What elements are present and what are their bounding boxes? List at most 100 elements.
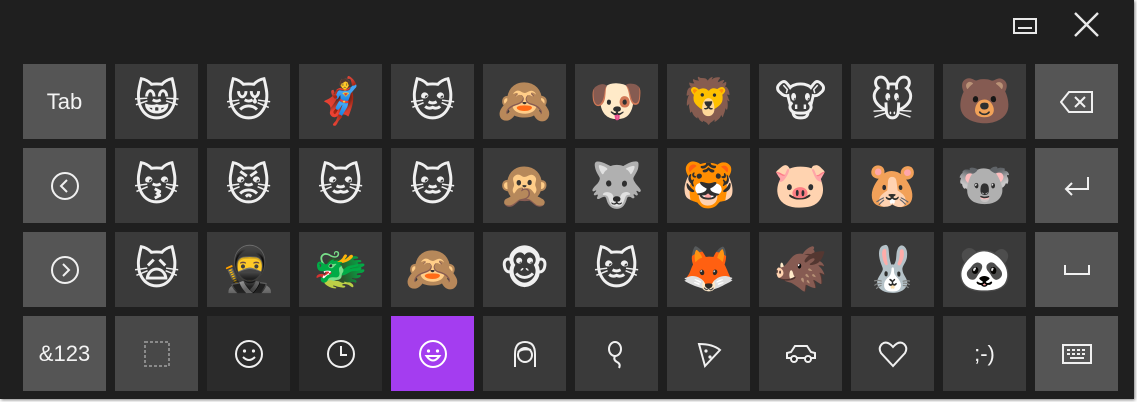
- emoji-glyph: 🐱: [409, 159, 456, 211]
- emoji-key[interactable]: 🐗: [759, 232, 842, 307]
- emoji-key[interactable]: 😽: [115, 148, 198, 223]
- dock-keyboard-icon[interactable]: [1007, 8, 1043, 44]
- emoji-key[interactable]: 🐯: [667, 148, 750, 223]
- emoji-glyph: 🐯: [681, 159, 736, 211]
- emoticon-key-label: ;-): [974, 340, 995, 366]
- emoji-key[interactable]: 🐱: [575, 232, 658, 307]
- tab-key[interactable]: Tab: [23, 64, 106, 139]
- emoji-key[interactable]: 🐶: [575, 64, 658, 139]
- emoji-key[interactable]: 🐭: [851, 64, 934, 139]
- emoji-key[interactable]: 🐨: [943, 148, 1026, 223]
- emoji-key[interactable]: 🐹: [851, 148, 934, 223]
- symbols-key[interactable]: &123: [23, 316, 106, 391]
- emoji-glyph: 🙈: [405, 243, 460, 295]
- emoji-glyph: 🐨: [957, 159, 1012, 211]
- emoji-key[interactable]: 😸: [115, 64, 198, 139]
- emoji-glyph: 🐻: [957, 75, 1012, 127]
- emoji-key[interactable]: 🐺: [575, 148, 658, 223]
- emoji-glyph: 🦸: [313, 75, 368, 127]
- next-page-key[interactable]: [23, 232, 106, 307]
- category-people-faces[interactable]: [391, 316, 474, 391]
- emoji-key[interactable]: 🦁: [667, 64, 750, 139]
- title-bar: [0, 0, 1134, 58]
- emoji-glyph: 🐱: [593, 243, 640, 295]
- emoticon-key[interactable]: ;-): [943, 316, 1026, 391]
- enter-icon: [1062, 175, 1092, 197]
- space-key[interactable]: [1035, 232, 1118, 307]
- emoji-glyph: 🐭: [869, 75, 916, 127]
- emoji-glyph: 🐵: [499, 243, 550, 295]
- balloon-icon: [601, 338, 633, 370]
- emoji-keyboard-panel: Tab 😸 😿 🦸 🐱 🙈 🐶 🦁 🐮 🐭 🐻 😽 😾 🐱 🐱 🙊 🐺 🐯 🐷 …: [0, 0, 1134, 399]
- emoji-glyph: 🐼: [957, 243, 1012, 295]
- emoji-glyph: 🐷: [773, 159, 828, 211]
- smile-face-icon: [417, 338, 449, 370]
- emoji-key[interactable]: 🐻: [943, 64, 1026, 139]
- emoji-key[interactable]: 🐮: [759, 64, 842, 139]
- backspace-icon: [1059, 90, 1094, 113]
- emoji-key[interactable]: 😾: [207, 148, 290, 223]
- emoji-glyph: 😽: [133, 159, 180, 211]
- emoji-key[interactable]: 🙈: [483, 64, 566, 139]
- emoji-glyph: 🐹: [865, 159, 920, 211]
- emoji-glyph: 🐮: [774, 75, 827, 127]
- emoji-key[interactable]: 🐰: [851, 232, 934, 307]
- space-icon: [1063, 263, 1091, 277]
- previous-page-key[interactable]: [23, 148, 106, 223]
- category-smileys[interactable]: [207, 316, 290, 391]
- emoji-key[interactable]: 😿: [207, 64, 290, 139]
- emoji-key[interactable]: 🐷: [759, 148, 842, 223]
- chevron-right-circle-icon: [50, 255, 80, 285]
- emoji-glyph: 😿: [225, 75, 272, 127]
- emoji-glyph: 🥷: [221, 243, 276, 295]
- stamp-icon: [141, 338, 173, 370]
- chevron-left-circle-icon: [50, 171, 80, 201]
- smiley-icon: [233, 338, 265, 370]
- category-recent[interactable]: [299, 316, 382, 391]
- emoji-key[interactable]: 🥷: [207, 232, 290, 307]
- car-icon: [784, 342, 818, 366]
- category-food[interactable]: [667, 316, 750, 391]
- emoji-glyph: 🙊: [497, 159, 552, 211]
- category-hearts[interactable]: [851, 316, 934, 391]
- emoji-key[interactable]: 🐱: [391, 148, 474, 223]
- backspace-key[interactable]: [1035, 64, 1118, 139]
- tab-key-label: Tab: [46, 88, 83, 114]
- emoji-key[interactable]: 🙊: [483, 148, 566, 223]
- emoji-glyph: 🐲: [313, 243, 368, 295]
- category-people[interactable]: [483, 316, 566, 391]
- emoji-key[interactable]: 🐼: [943, 232, 1026, 307]
- emoji-key[interactable]: 🐱: [391, 64, 474, 139]
- emoji-glyph: 🐺: [589, 159, 644, 211]
- emoji-glyph: 😸: [133, 75, 180, 127]
- emoji-key[interactable]: 🙈: [391, 232, 474, 307]
- emoji-key[interactable]: 🐱: [299, 148, 382, 223]
- emoji-glyph: 🙈: [497, 75, 552, 127]
- emoji-glyph: 🐗: [773, 243, 828, 295]
- clock-icon: [325, 338, 357, 370]
- heart-icon: [877, 339, 909, 369]
- emoji-glyph: 🦁: [681, 75, 736, 127]
- emoji-key[interactable]: 🦊: [667, 232, 750, 307]
- enter-key[interactable]: [1035, 148, 1118, 223]
- close-icon[interactable]: [1068, 8, 1104, 44]
- emoji-glyph: 🐶: [589, 75, 644, 127]
- emoji-key[interactable]: 🐵: [483, 232, 566, 307]
- category-travel[interactable]: [759, 316, 842, 391]
- category-celebration[interactable]: [575, 316, 658, 391]
- emoji-glyph: 🦊: [681, 243, 736, 295]
- emoji-glyph: 🙀: [133, 243, 180, 295]
- emoji-glyph: 🐰: [865, 243, 920, 295]
- keyboard-switch-key[interactable]: [1035, 316, 1118, 391]
- emoji-glyph: 🐱: [409, 75, 456, 127]
- keyboard-icon: [1061, 343, 1092, 364]
- category-stamp[interactable]: [115, 316, 198, 391]
- person-icon: [509, 338, 541, 370]
- emoji-key[interactable]: 🐲: [299, 232, 382, 307]
- emoji-key[interactable]: 🙀: [115, 232, 198, 307]
- pizza-icon: [693, 338, 725, 370]
- emoji-glyph: 😾: [225, 159, 272, 211]
- emoji-key[interactable]: 🦸: [299, 64, 382, 139]
- emoji-glyph: 🐱: [317, 159, 364, 211]
- symbols-key-label: &123: [38, 340, 91, 366]
